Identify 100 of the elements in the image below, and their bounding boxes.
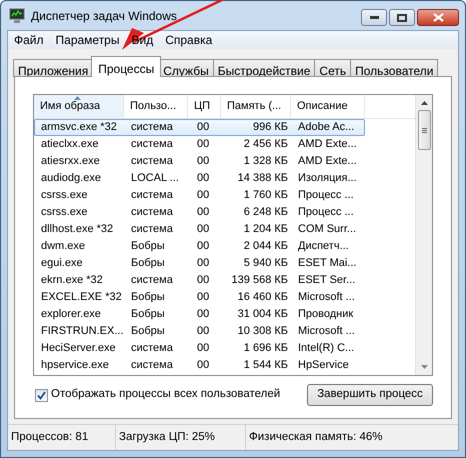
table-cell-text: система (130, 341, 174, 356)
table-row[interactable]: csrss.exe система 00 6 248 КБ Процесс ... (34, 204, 365, 221)
table-cell-text: 2 044 КБ (242, 239, 289, 254)
table-cell-text: 00 (196, 171, 210, 186)
tab[interactable]: Быстродействие (212, 59, 316, 77)
table-cell-text: 16 460 КБ (236, 290, 289, 306)
table-cell-text: 1 204 КБ (242, 222, 289, 238)
table-cell-text: Бобры (130, 324, 166, 340)
table-cell-text: Проводник (297, 307, 354, 322)
menu-item[interactable]: Справка (160, 31, 218, 49)
table-row[interactable]: dllhost.exe *32 система 00 1 204 КБ COM Surr... (34, 221, 365, 238)
table-cell-text: 00 (196, 324, 210, 340)
table-row[interactable]: egui.exe Бобры 00 5 940 КБ ESET Mai... (34, 255, 365, 272)
table-cell-text: 6 248 КБ (242, 205, 289, 220)
table-cell-text: Microsoft ... (297, 324, 356, 340)
table-cell-text: hpservice.exe (40, 358, 110, 374)
table-cell-text: 2 456 КБ (242, 137, 289, 152)
tab[interactable]: Пользователи (350, 59, 438, 77)
table-cell-text: EXCEL.EXE *32 (40, 290, 123, 306)
checkbox[interactable] (35, 388, 48, 402)
table-cell-text: ESET Ser... (297, 273, 356, 288)
table-cell-text: COM Surr... (297, 222, 358, 238)
table-cell-text: csrss.exe (40, 205, 88, 220)
table-cell-text: AMD Exte... (297, 154, 358, 170)
table-row[interactable]: hpservice.exe система 00 1 544 КБ HpService (34, 357, 365, 374)
status-text: Загрузка ЦП: 25% (116, 425, 246, 450)
column-header[interactable]: Имя образа (34, 95, 124, 118)
status-text: Физическая память: 46% (248, 430, 384, 445)
minimize-button[interactable] (361, 9, 387, 26)
table-cell-text: 00 (196, 273, 210, 288)
table-row[interactable]: atieclxx.exe система 00 2 456 КБ AMD Exte... (34, 136, 365, 153)
scrollbar[interactable] (415, 95, 432, 375)
table-cell-text: 31 004 КБ (236, 307, 289, 322)
table-row[interactable]: HeciServer.exe система 00 1 696 КБ Intel(R) C... (34, 340, 365, 357)
tab[interactable]: Сеть (314, 59, 352, 77)
scroll-up-icon (420, 101, 428, 105)
table-cell-text: atiesrxx.exe (40, 154, 101, 170)
end-process-button[interactable]: Завершить процесс (307, 384, 433, 406)
table-row[interactable]: armsvc.exe *32 система 00 996 КБ Adobe Ac... (34, 119, 365, 136)
table-cell-text: 10 308 КБ (236, 324, 289, 340)
check-icon (37, 390, 46, 400)
table-cell-text: 996 КБ (252, 120, 289, 136)
table-row[interactable]: explorer.exe Бобры 00 31 004 КБ Проводник (34, 306, 365, 323)
checkbox-label: Отображать процессы всех пользователей (51, 387, 280, 402)
table-cell-text: 1 696 КБ (242, 341, 289, 356)
table-cell-text: 00 (196, 205, 210, 220)
table-cell-text: 00 (196, 137, 210, 152)
maximize-button[interactable] (389, 9, 415, 26)
table-cell-text: Процесс ... (297, 188, 355, 204)
tab[interactable]: Приложения (13, 59, 94, 77)
table-cell-text: Процесс ... (297, 205, 355, 220)
table-row[interactable]: dwm.exe Бобры 00 2 044 КБ Диспетч... (34, 238, 365, 255)
table-cell-text: 00 (196, 341, 210, 356)
table-cell-text: система (130, 154, 174, 170)
monitor-icon (9, 8, 25, 24)
table-cell-text: 00 (196, 307, 210, 322)
table-row[interactable]: atiesrxx.exe система 00 1 328 КБ AMD Exte... (34, 153, 365, 170)
sort-arrow-icon (74, 96, 81, 100)
table-cell-text: Бобры (130, 307, 166, 322)
table-cell-text: 5 940 КБ (242, 256, 289, 272)
table-cell-text: Intel(R) C... (297, 341, 356, 356)
table-cell-text: explorer.exe (40, 307, 102, 322)
table-cell-text: Бобры (130, 256, 166, 272)
table-cell-text: Adobe Ac... (297, 120, 356, 136)
menu-item[interactable]: Файл (9, 31, 49, 49)
table-cell-text: 1 544 КБ (242, 358, 289, 374)
table-cell-text: audiodg.exe (40, 171, 102, 186)
table-cell-text: dllhost.exe *32 (40, 222, 114, 238)
scroll-down-icon (420, 365, 428, 369)
window-title: Диспетчер задач Windows (31, 8, 177, 24)
table-cell-text: 1 760 КБ (242, 188, 289, 204)
table-cell-text: 00 (196, 188, 210, 204)
scroll-thumb[interactable] (418, 110, 430, 150)
table-cell-text: 1 328 КБ (242, 154, 289, 170)
table-cell-text: Бобры (130, 290, 166, 306)
table-cell-text: 00 (196, 222, 210, 238)
table-row[interactable]: FIRSTRUN.EX... Бобры 00 10 308 КБ Microsoft ... (34, 323, 365, 340)
table-cell-text: Изоляция... (297, 171, 358, 186)
table-cell-text: система (130, 137, 174, 152)
table-cell-text: csrss.exe (40, 188, 88, 204)
table-cell-text: система (130, 205, 174, 220)
table-cell-text: система (130, 188, 174, 204)
table-cell-text: 00 (196, 290, 210, 306)
close-button[interactable] (417, 9, 459, 26)
table-cell-text: Бобры (130, 239, 166, 254)
table-row[interactable]: EXCEL.EXE *32 Бобры 00 16 460 КБ Microsoft ... (34, 289, 365, 306)
table-row[interactable]: ekrn.exe *32 система 00 139 568 КБ ESET Ser... (34, 272, 365, 289)
menu-item[interactable]: Параметры (50, 31, 124, 49)
table-cell-text: 139 568 КБ (230, 273, 289, 288)
table-cell-text: система (130, 120, 174, 136)
tab[interactable]: Процессы (91, 56, 162, 77)
table-cell-text: atieclxx.exe (40, 137, 100, 152)
maximize-icon (397, 14, 407, 22)
table-cell-text: 00 (196, 358, 210, 374)
table-row[interactable]: csrss.exe система 00 1 760 КБ Процесс ... (34, 187, 365, 204)
table-cell-text: ESET Mai... (297, 256, 358, 272)
table-row[interactable]: audiodg.exe LOCAL ... 00 14 388 КБ Изоляция... (34, 170, 365, 187)
grip-icon (422, 128, 426, 132)
table-cell-text: HeciServer.exe (40, 341, 117, 356)
table-cell-text: 14 388 КБ (236, 171, 289, 186)
